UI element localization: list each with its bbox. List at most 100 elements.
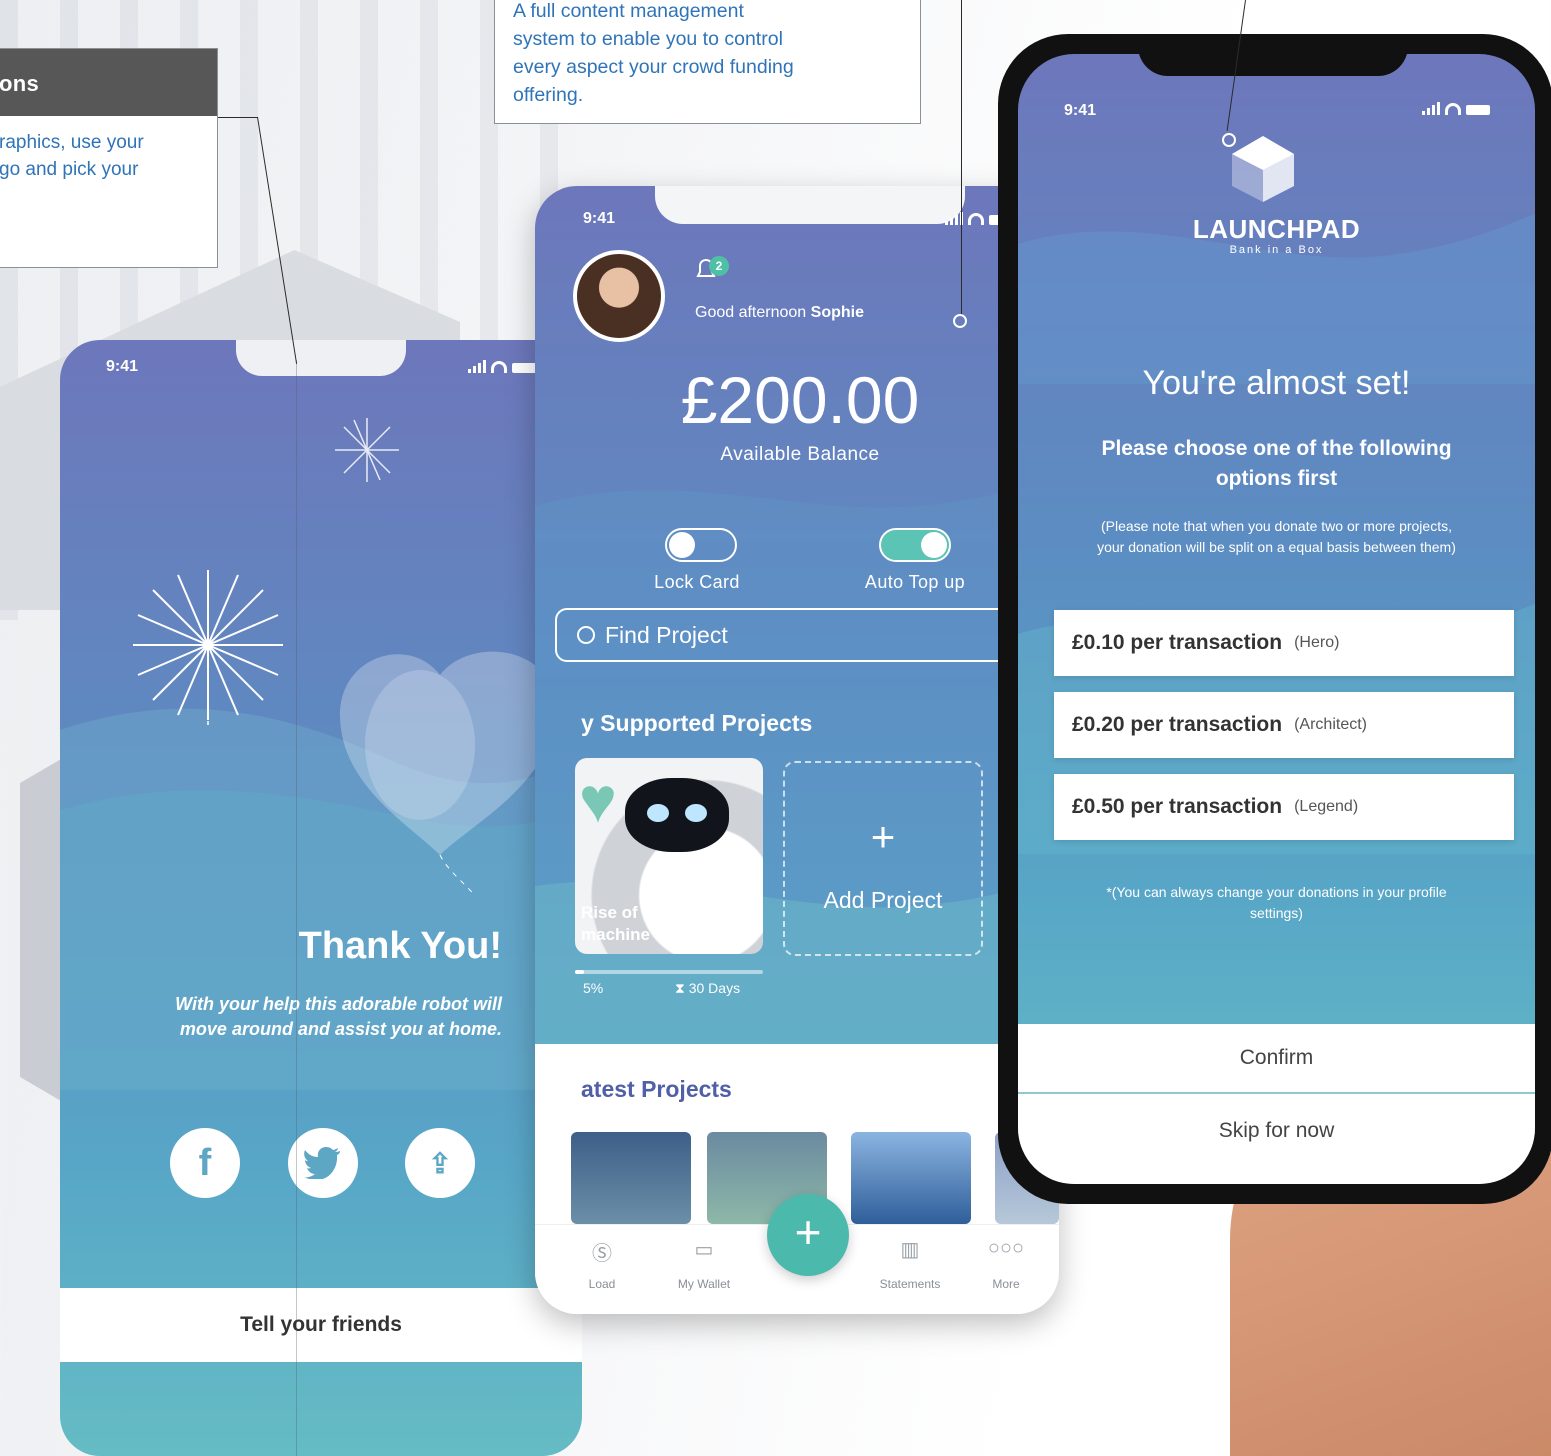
thank-you-title: Thank You! [298, 925, 502, 967]
progress-fill [575, 970, 585, 974]
load-icon: Ⓢ [592, 1243, 612, 1265]
robot-image [625, 778, 729, 852]
battery-icon [512, 363, 536, 373]
search-icon [577, 626, 595, 644]
supported-projects-title: y Supported Projects [581, 710, 813, 736]
status-icons [1422, 102, 1490, 115]
wifi-icon [1445, 103, 1461, 115]
twitter-share-button[interactable] [288, 1128, 358, 1198]
option-hero[interactable]: £0.10 per transaction (Hero) [1054, 610, 1514, 676]
option-tier: (Hero) [1294, 634, 1340, 651]
overlay-line [296, 360, 297, 1456]
onboarding-screen: 9:41 LAUNCHPAD Bank in a Box You're almo… [1018, 54, 1535, 1184]
project-thumbnail[interactable] [851, 1132, 971, 1224]
status-time: 9:41 [1064, 102, 1097, 119]
onboarding-subtitle: Please choose one of the following optio… [1101, 437, 1452, 490]
share-button[interactable]: ⇪ [405, 1128, 475, 1198]
lock-card-label: Lock Card [654, 572, 740, 592]
status-time: 9:41 [583, 210, 616, 227]
option-architect[interactable]: £0.20 per transaction (Architect) [1054, 692, 1514, 758]
more-icon: ○○○ [987, 1237, 1025, 1259]
wave-decoration [535, 476, 1059, 1046]
project-progress-bar [575, 970, 763, 974]
plus-icon: + [794, 1206, 822, 1258]
signal-icon [468, 360, 486, 373]
option-tier: (Architect) [1294, 716, 1367, 733]
greeting: Good afternoon Sophie [695, 304, 864, 322]
facebook-icon: f [198, 1141, 212, 1184]
signal-icon [1422, 102, 1440, 115]
tab-my-wallet[interactable]: My Wallet [659, 1277, 749, 1291]
logo-subtitle: Bank in a Box [1229, 244, 1324, 256]
logo-wordmark: LAUNCHPAD [1192, 214, 1361, 244]
greeting-prefix: Good afternoon [695, 304, 807, 321]
onboarding-footnote: *(You can always change your donations i… [1106, 884, 1447, 921]
skip-button[interactable]: Skip for now [1018, 1096, 1535, 1166]
status-time: 9:41 [106, 358, 139, 375]
status-icons [468, 360, 536, 373]
project-percent: 5% [583, 980, 604, 996]
callout-text: A full content management system to enab… [513, 0, 794, 106]
tab-more[interactable]: More [961, 1277, 1051, 1291]
notification-badge: 2 [709, 256, 729, 276]
latest-projects-title: atest Projects [581, 1076, 732, 1102]
action-panel: Confirm Skip for now [1018, 1024, 1535, 1184]
phone-notch [1138, 34, 1408, 76]
phone-notch [655, 186, 965, 224]
search-placeholder: Find Project [605, 622, 728, 648]
statements-icon: ▥ [900, 1239, 920, 1261]
option-amount: £0.10 per transaction [1072, 631, 1283, 654]
wifi-icon [968, 213, 984, 225]
toggle-knob [669, 532, 695, 558]
callout-leader [961, 0, 962, 316]
auto-top-up-toggle[interactable] [879, 528, 951, 562]
tell-friends-button[interactable]: Tell your friends [60, 1288, 582, 1362]
toggle-knob [921, 532, 947, 558]
user-name: Sophie [810, 304, 864, 321]
lock-card-toggle[interactable] [665, 528, 737, 562]
tab-load[interactable]: Load [557, 1277, 647, 1291]
phone-thank-you: 9:41 Thank You! With your help this ador… [60, 340, 582, 1456]
add-button[interactable]: + [767, 1194, 849, 1276]
option-amount: £0.20 per transaction [1072, 713, 1283, 736]
project-card-title: Rise of the machine [581, 903, 668, 944]
facebook-share-button[interactable]: f [170, 1128, 240, 1198]
avatar[interactable] [573, 250, 665, 342]
onboarding-title: You're almost set! [1142, 364, 1411, 402]
firework-icon [133, 570, 283, 725]
callout-pin [953, 314, 967, 328]
callout-leader [218, 117, 258, 118]
phone-dashboard: 9:41 2 Good afternoon Sophie £200.00 Ava… [535, 186, 1059, 1314]
twitter-icon [304, 1147, 340, 1179]
balance-amount: £200.00 [680, 363, 920, 437]
share-icon: ⇪ [428, 1147, 452, 1179]
robot-eye [647, 804, 669, 822]
find-project-input[interactable]: Find Project [555, 608, 1043, 662]
wifi-icon [491, 361, 507, 373]
callout-options: ons raphics, use your go and pick your [0, 48, 218, 268]
confirm-button[interactable]: Confirm [1018, 1024, 1535, 1094]
project-days-left: ⧗ 30 Days [675, 980, 741, 996]
option-legend[interactable]: £0.50 per transaction (Legend) [1054, 774, 1514, 840]
wallet-icon: ▭ [694, 1239, 714, 1261]
thank-you-message: With your help this adorable robot will … [175, 994, 502, 1039]
callout-text: raphics, use your go and pick your [0, 132, 144, 180]
tab-statements[interactable]: Statements [865, 1277, 955, 1291]
robot-eye [685, 804, 707, 822]
balance-label: Available Balance [720, 444, 880, 465]
firework-icon [335, 418, 399, 482]
plus-icon: + [870, 813, 896, 860]
add-project-card[interactable]: + Add Project [783, 761, 983, 956]
option-tier: (Legend) [1294, 798, 1359, 815]
balloons-icon [340, 651, 556, 895]
heart-icon: ♥ [579, 764, 617, 836]
callout-cms: A full content management system to enab… [494, 0, 921, 124]
add-project-label: Add Project [823, 887, 943, 913]
onboarding-note: (Please note that when you donate two or… [1097, 518, 1456, 555]
callout-pin [1222, 133, 1236, 147]
battery-icon [1466, 105, 1490, 115]
project-thumbnail[interactable] [571, 1132, 691, 1224]
phone-notch [236, 340, 406, 376]
phone-onboarding: 9:41 LAUNCHPAD Bank in a Box You're almo… [998, 34, 1551, 1204]
launchpad-logo-icon [1232, 136, 1294, 202]
